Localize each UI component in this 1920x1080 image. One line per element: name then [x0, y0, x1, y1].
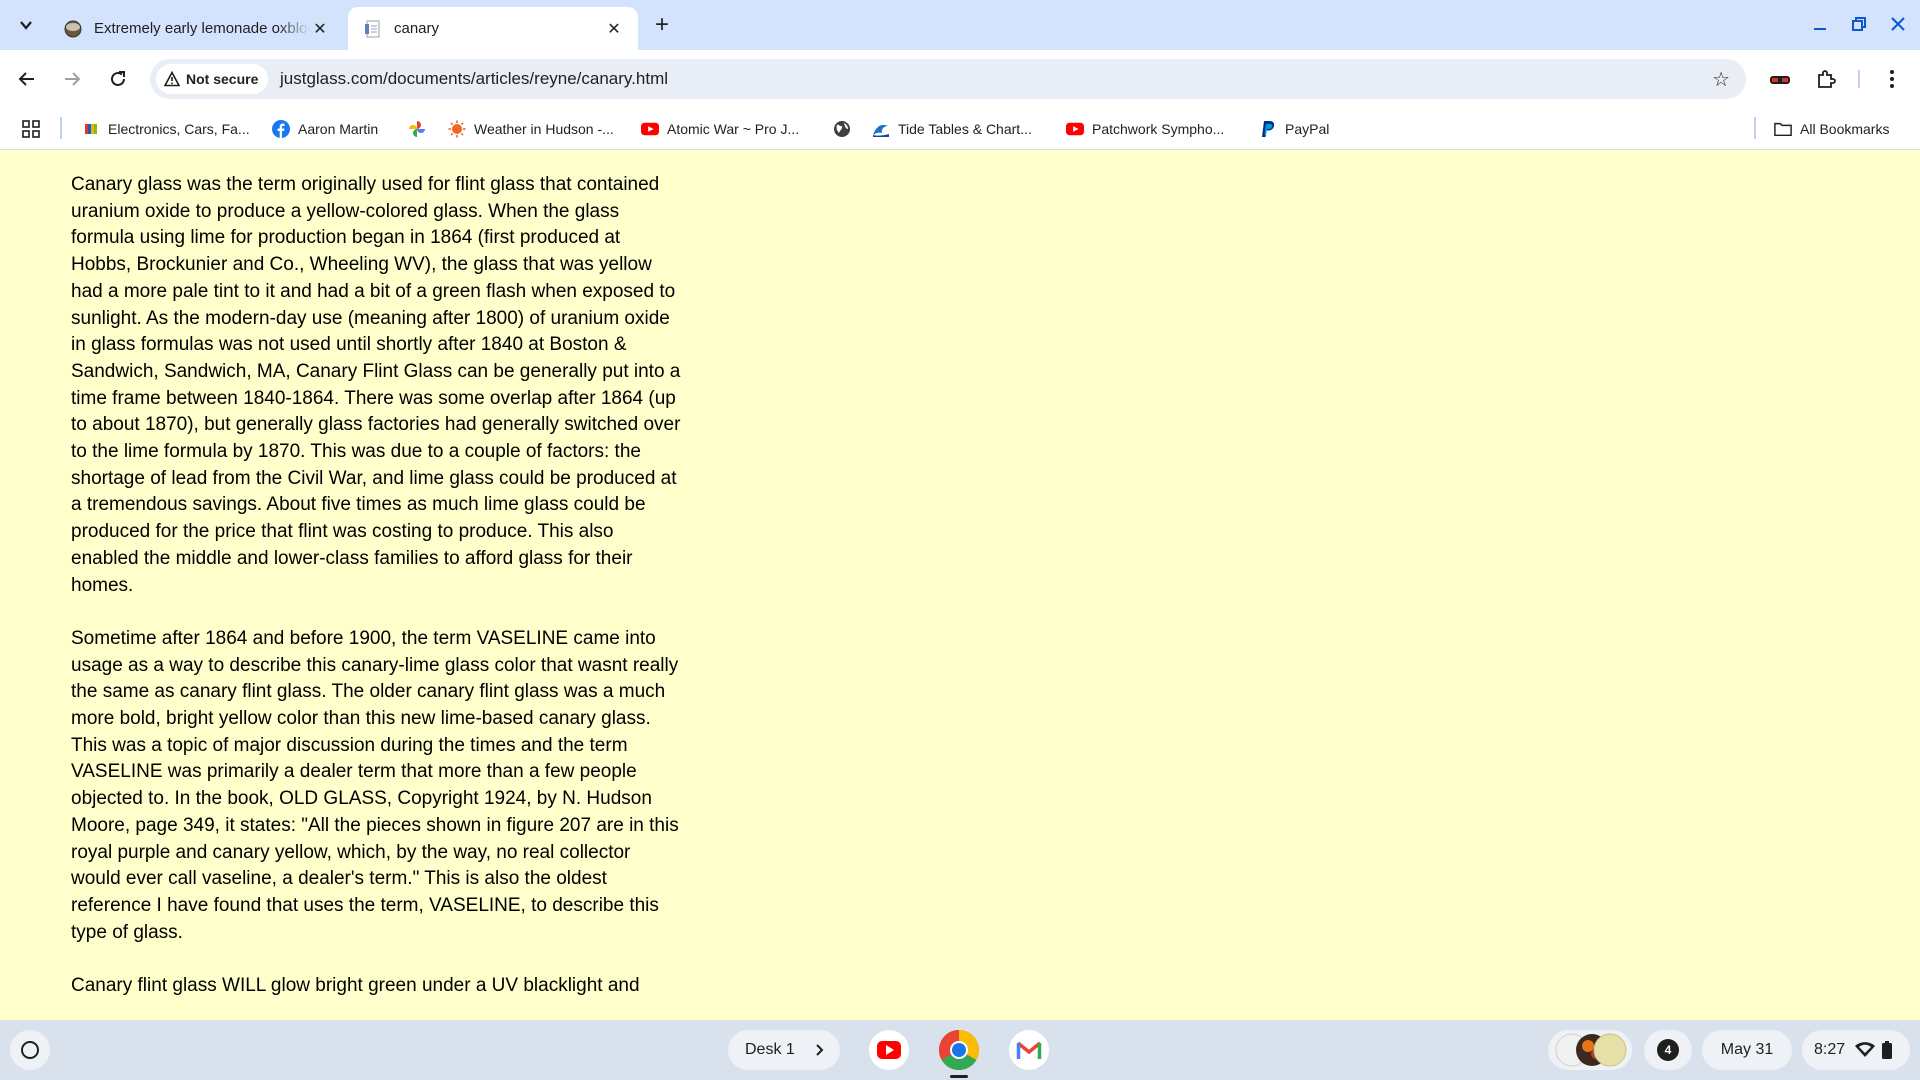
bookmark-atomic-war[interactable]: Atomic War ~ Pro J...	[641, 108, 799, 150]
pinwheel-icon	[408, 120, 426, 138]
plus-icon: +	[654, 11, 669, 38]
glasses-icon	[1770, 76, 1790, 84]
bookmark-paypal[interactable]: PayPal	[1259, 108, 1329, 150]
apps-button[interactable]	[22, 108, 40, 150]
bookmark-tide-tables[interactable]: Tide Tables & Chart...	[872, 108, 1032, 150]
minimize-icon	[1814, 28, 1826, 30]
tab-search-button[interactable]	[12, 11, 40, 39]
glass-favicon-icon	[64, 20, 82, 37]
bookmark-aaron-martin[interactable]: Aaron Martin	[272, 108, 378, 150]
bookmark-label: Tide Tables & Chart...	[898, 121, 1032, 137]
forward-button[interactable]	[57, 64, 87, 94]
puzzle-icon	[1818, 70, 1836, 88]
toolbar-divider	[1858, 70, 1860, 88]
battery-icon	[1882, 1041, 1893, 1059]
chrome-icon	[939, 1030, 979, 1070]
bookmark-label: Patchwork Sympho...	[1092, 121, 1225, 137]
desk-label: Desk 1	[745, 1041, 795, 1058]
all-bookmarks-label: All Bookmarks	[1800, 121, 1890, 137]
tab-strip: Extremely early lemonade oxblood ✕ canar…	[0, 0, 1920, 50]
bookmark-pinwheel[interactable]	[408, 108, 434, 150]
apps-grid-icon	[22, 120, 40, 138]
facebook-icon	[272, 120, 290, 138]
restore-icon	[1852, 17, 1866, 31]
notification-tray[interactable]: 4	[1644, 1030, 1692, 1070]
all-bookmarks-button[interactable]: All Bookmarks	[1774, 108, 1889, 150]
bookmark-label: Atomic War ~ Pro J...	[667, 121, 800, 137]
notification-count-badge: 4	[1657, 1039, 1679, 1061]
reload-icon	[111, 71, 125, 86]
bookmark-star-icon[interactable]: ☆	[1712, 67, 1730, 92]
chrome-app[interactable]	[937, 1028, 981, 1072]
youtube-icon	[1066, 120, 1084, 138]
gmail-app[interactable]	[1007, 1028, 1051, 1072]
article-paragraph: Sometime after 1864 and before 1900, the…	[71, 627, 679, 943]
image-thumbnails-icon	[1555, 1033, 1627, 1067]
incognito-extension-button[interactable]	[1766, 65, 1794, 93]
extensions-button[interactable]	[1812, 65, 1840, 93]
folder-icon	[1774, 120, 1792, 138]
tab-title: Extremely early lemonade oxblood	[94, 20, 310, 37]
wave-icon	[872, 120, 890, 138]
wifi-icon	[1855, 1042, 1876, 1057]
chevron-right-icon	[816, 1044, 824, 1056]
launcher-button[interactable]	[10, 1030, 50, 1070]
bookmark-label: Weather in Hudson -...	[474, 121, 614, 137]
desk-switcher[interactable]: Desk 1	[728, 1030, 840, 1070]
bookmark-weather-hudson[interactable]: Weather in Hudson -...	[448, 108, 614, 150]
bookmark-patchwork-symphony[interactable]: Patchwork Sympho...	[1066, 108, 1224, 150]
date-label: May 31	[1720, 1041, 1774, 1058]
bookmark-label: PayPal	[1285, 121, 1330, 137]
bookmark-label: Electronics, Cars, Fa...	[108, 121, 250, 137]
bookmarks-divider	[1754, 117, 1756, 139]
status-tray[interactable]: 8:27	[1802, 1030, 1910, 1070]
tab-lemonade-oxblood[interactable]: Extremely early lemonade oxblood ✕	[48, 7, 344, 50]
minimize-button[interactable]	[1804, 10, 1836, 38]
more-vert-icon	[1890, 70, 1894, 88]
omnibox[interactable]: Not secure justglass.com/documents/artic…	[150, 59, 1746, 99]
youtube-icon	[869, 1030, 909, 1070]
tab-canary[interactable]: canary ✕	[348, 7, 638, 50]
document-icon	[365, 20, 380, 37]
bookmark-label: Aaron Martin	[298, 121, 379, 137]
paypal-icon	[1259, 120, 1277, 138]
bookmark-globe[interactable]	[833, 108, 859, 150]
system-shelf: Desk 1 4 May 31 8:27	[0, 1020, 1920, 1080]
menu-button[interactable]	[1878, 65, 1906, 93]
holding-space-tray[interactable]	[1548, 1030, 1632, 1070]
launcher-circle-icon	[21, 1041, 39, 1059]
close-window-button[interactable]	[1882, 10, 1914, 38]
close-icon[interactable]: ✕	[604, 19, 624, 39]
youtube-icon	[641, 120, 659, 138]
tab-title: canary	[394, 20, 440, 37]
url-text[interactable]: justglass.com/documents/articles/reyne/c…	[280, 69, 668, 89]
close-icon	[1891, 17, 1905, 31]
bookmarks-divider	[60, 117, 62, 139]
article-paragraph: Canary flint glass WILL glow bright gree…	[71, 975, 640, 997]
browser-toolbar: Not secure justglass.com/documents/artic…	[0, 50, 1920, 108]
chevron-down-icon	[20, 21, 32, 30]
youtube-app[interactable]	[867, 1028, 911, 1072]
arrow-left-icon	[18, 72, 34, 86]
weather-icon	[448, 120, 466, 138]
restore-button[interactable]	[1843, 10, 1875, 38]
security-chip[interactable]: Not secure	[156, 64, 269, 94]
running-indicator	[950, 1075, 968, 1078]
security-label: Not secure	[186, 71, 259, 87]
close-icon[interactable]: ✕	[310, 19, 330, 39]
back-button[interactable]	[12, 64, 42, 94]
reload-button[interactable]	[103, 64, 133, 94]
time-label: 8:27	[1814, 1041, 1846, 1058]
warning-icon	[164, 71, 180, 87]
ebay-icon	[82, 120, 100, 138]
globe-icon	[833, 120, 851, 138]
bookmarks-bar: Electronics, Cars, Fa... Aaron Martin We…	[0, 108, 1920, 150]
bookmark-ebay[interactable]: Electronics, Cars, Fa...	[82, 108, 250, 150]
arrow-right-icon	[65, 72, 81, 86]
article-body: Canary glass was the term originally use…	[71, 172, 681, 1026]
article-paragraph: Canary glass was the term originally use…	[71, 174, 681, 596]
new-tab-button[interactable]: +	[648, 11, 676, 39]
gmail-icon	[1009, 1030, 1049, 1070]
date-tray[interactable]: May 31	[1702, 1030, 1792, 1070]
